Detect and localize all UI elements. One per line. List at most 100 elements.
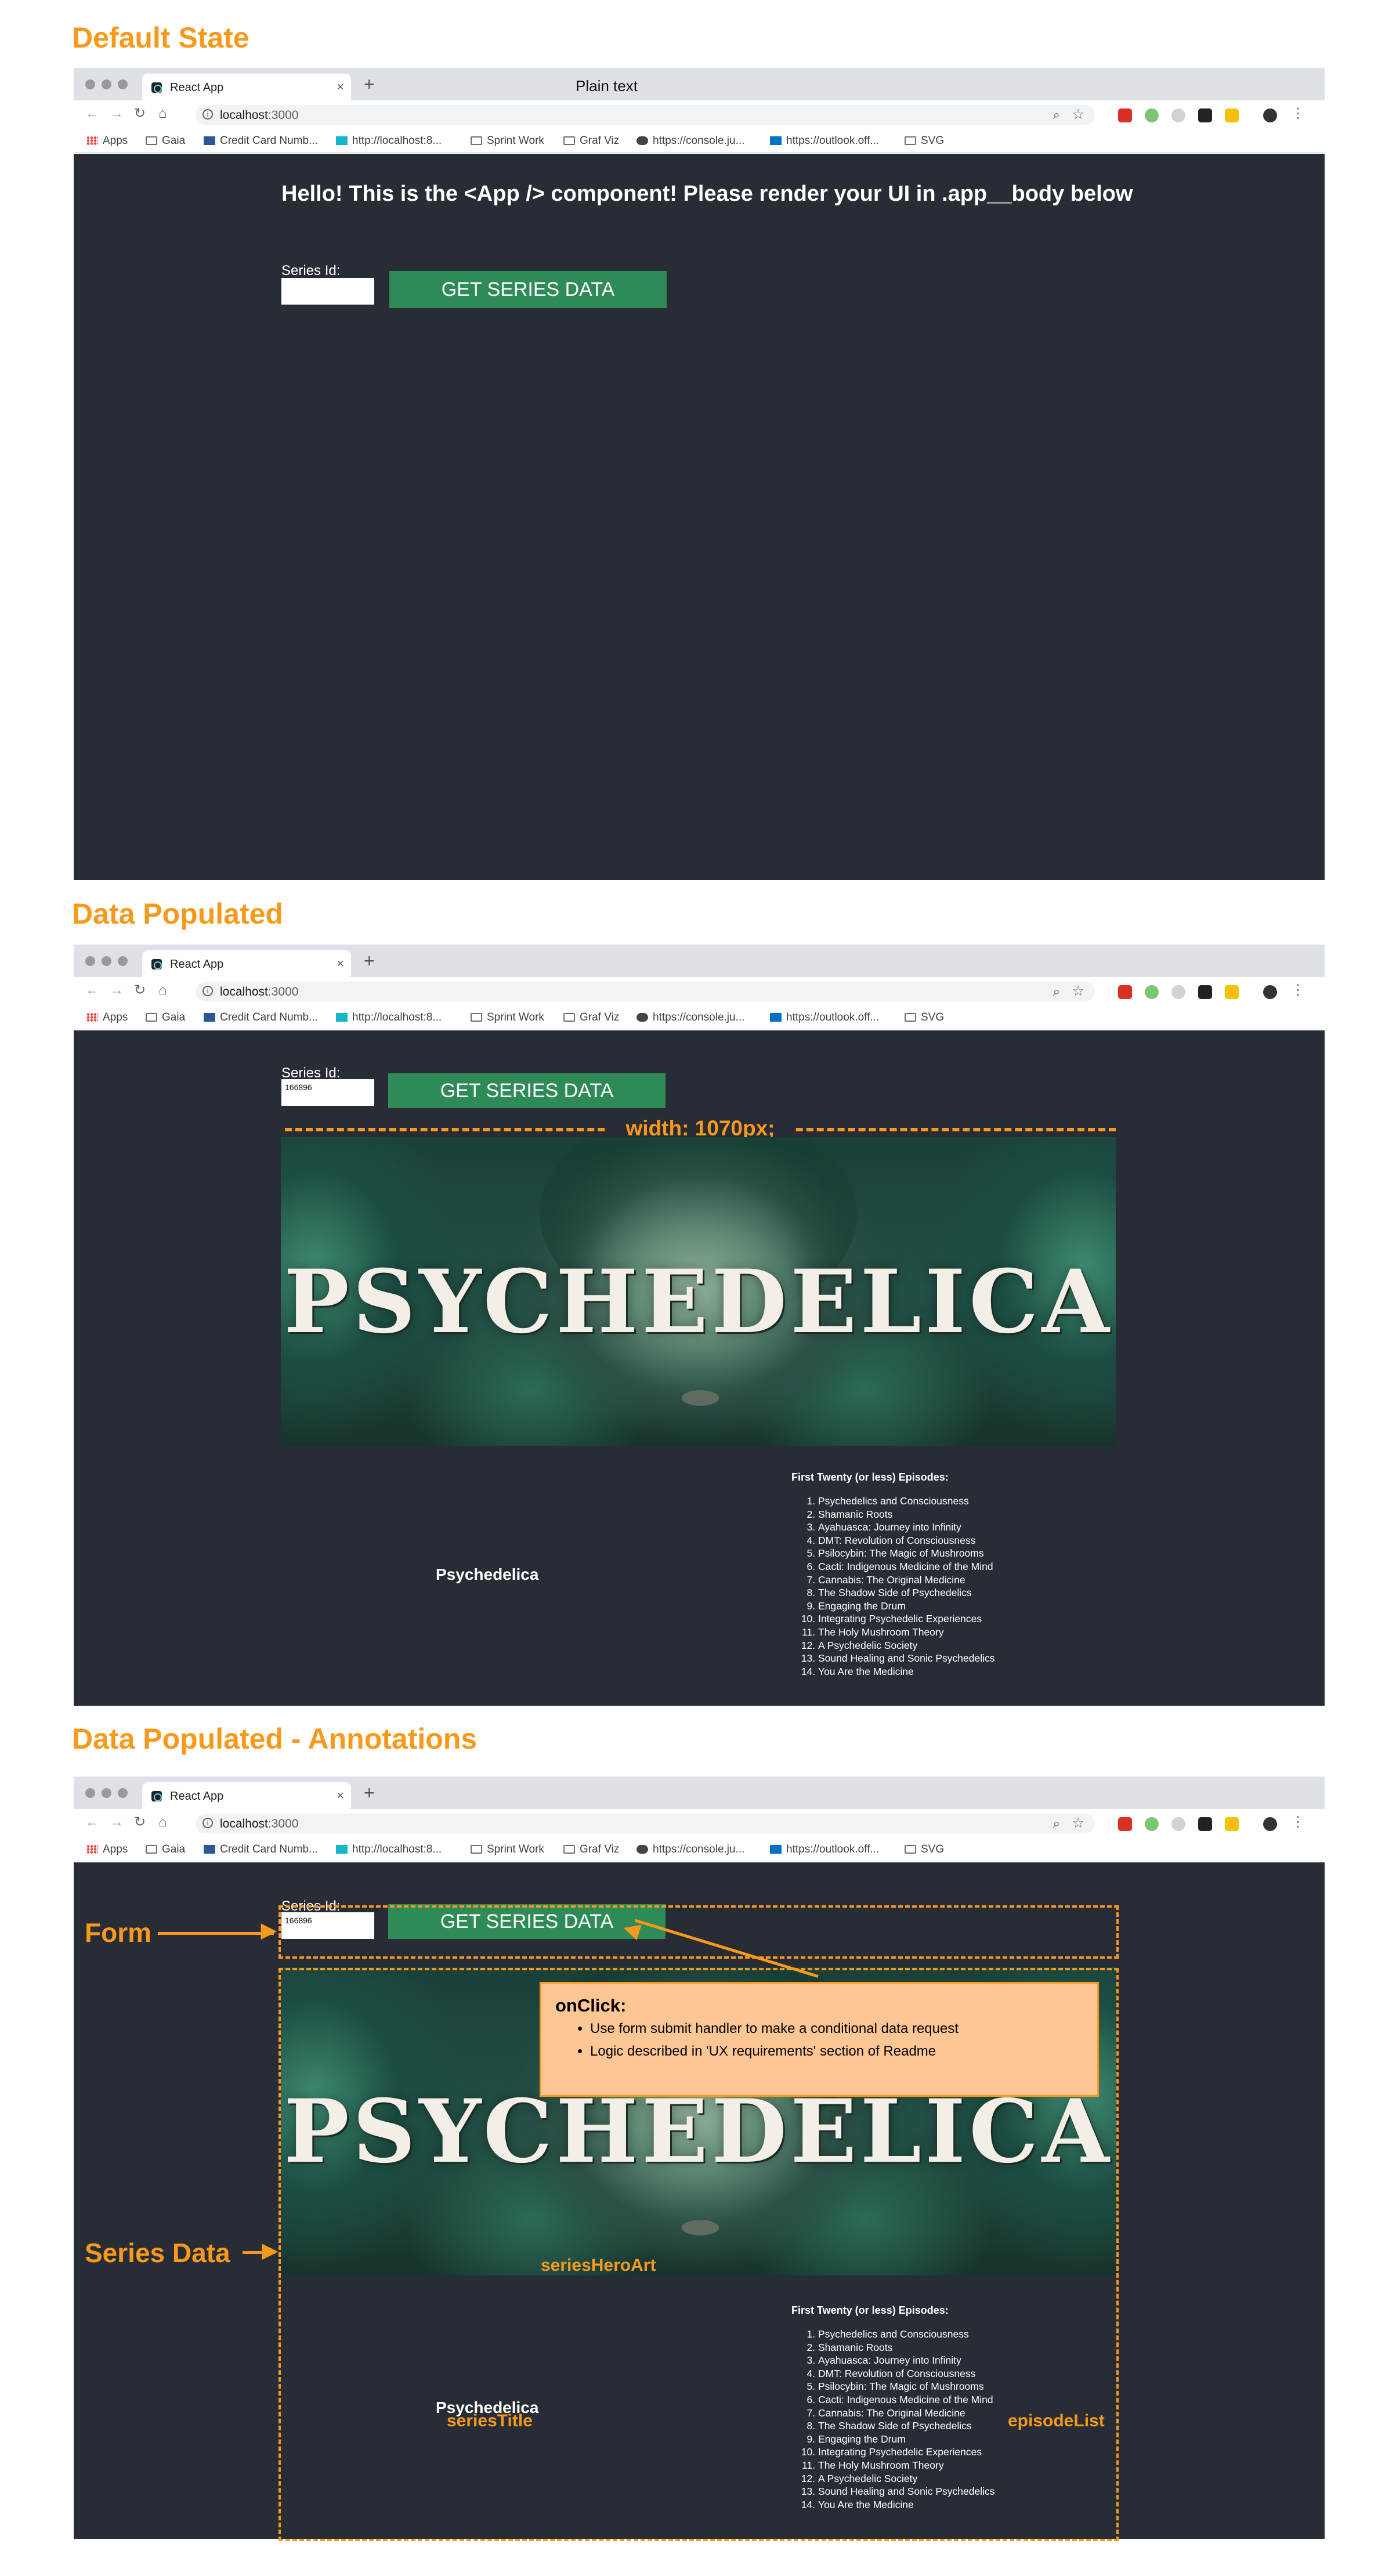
- tab-close-icon[interactable]: ×: [337, 1788, 344, 1803]
- close-window-dot[interactable]: [85, 79, 95, 89]
- maximize-window-dot[interactable]: [118, 79, 128, 89]
- bookmark-apps[interactable]: Apps: [86, 135, 128, 147]
- bookmark-credit-card[interactable]: Credit Card Numb...: [204, 1011, 318, 1024]
- bookmark-sprint-work[interactable]: Sprint Work: [471, 135, 544, 147]
- menu-kebab-icon[interactable]: ⋮: [1291, 107, 1305, 121]
- menu-kebab-icon[interactable]: ⋮: [1291, 1815, 1305, 1829]
- bookmark-console[interactable]: https://console.ju...: [636, 1011, 744, 1024]
- minimize-window-dot[interactable]: [102, 1788, 111, 1798]
- get-series-data-button[interactable]: GET SERIES DATA: [389, 271, 667, 308]
- close-window-dot[interactable]: [85, 956, 95, 966]
- reload-icon[interactable]: ↻: [134, 107, 146, 121]
- bookmark-outlook[interactable]: https://outlook.off...: [770, 1011, 879, 1024]
- extension-icon-3[interactable]: [1171, 108, 1185, 122]
- bookmark-gaia[interactable]: Gaia: [146, 1843, 185, 1856]
- bookmark-apps[interactable]: Apps: [86, 1843, 128, 1856]
- address-bar[interactable]: i localhost:3000 ⌕ ☆: [196, 982, 1095, 1001]
- cloud-icon: [636, 136, 648, 145]
- bookmark-credit-card[interactable]: Credit Card Numb...: [204, 1843, 318, 1856]
- extension-icon-5[interactable]: [1225, 985, 1239, 999]
- extension-icon-4[interactable]: [1198, 985, 1212, 999]
- form-annotation-label: Form: [85, 1917, 151, 1948]
- extension-icon-1[interactable]: [1118, 985, 1132, 999]
- new-tab-button[interactable]: +: [364, 951, 375, 970]
- forward-arrow-icon[interactable]: →: [110, 983, 124, 997]
- bookmark-graf-viz[interactable]: Graf Viz: [563, 1011, 619, 1024]
- minimize-window-dot[interactable]: [102, 956, 111, 966]
- extension-icon-5[interactable]: [1225, 108, 1239, 122]
- bookmark-sprint-work[interactable]: Sprint Work: [471, 1843, 544, 1856]
- browser-tab[interactable]: React App ×: [142, 950, 351, 977]
- browser-tab[interactable]: React App ×: [142, 74, 351, 100]
- extension-icon-5[interactable]: [1225, 1817, 1239, 1831]
- bookmark-outlook[interactable]: https://outlook.off...: [770, 1843, 879, 1856]
- info-icon[interactable]: i: [202, 1818, 213, 1828]
- get-series-data-button[interactable]: GET SERIES DATA: [388, 1073, 666, 1108]
- zoom-icon[interactable]: ⌕: [1053, 984, 1060, 999]
- bookmark-localhost[interactable]: http://localhost:8...: [336, 135, 442, 147]
- extension-icon-1[interactable]: [1118, 108, 1132, 122]
- back-arrow-icon[interactable]: ←: [85, 1815, 99, 1829]
- close-window-dot[interactable]: [85, 1788, 95, 1798]
- series-id-input[interactable]: [281, 278, 374, 305]
- maximize-window-dot[interactable]: [118, 1788, 128, 1798]
- profile-avatar-icon[interactable]: [1263, 1817, 1277, 1831]
- home-icon[interactable]: ⌂: [158, 1815, 167, 1829]
- zoom-icon[interactable]: ⌕: [1053, 1816, 1060, 1831]
- bookmark-gaia[interactable]: Gaia: [146, 1011, 185, 1024]
- bookmark-localhost[interactable]: http://localhost:8...: [336, 1011, 442, 1024]
- forward-arrow-icon[interactable]: →: [110, 107, 124, 121]
- bookmark-apps[interactable]: Apps: [86, 1011, 128, 1024]
- menu-kebab-icon[interactable]: ⋮: [1291, 983, 1305, 997]
- bookmark-star-icon[interactable]: ☆: [1072, 983, 1084, 1000]
- zoom-icon[interactable]: ⌕: [1053, 107, 1060, 122]
- extension-icon-4[interactable]: [1198, 1817, 1212, 1831]
- forward-arrow-icon[interactable]: →: [110, 1815, 124, 1829]
- tab-close-icon[interactable]: ×: [337, 79, 344, 95]
- address-bar[interactable]: i localhost:3000 ⌕ ☆: [196, 105, 1095, 125]
- card-icon: [204, 136, 215, 145]
- info-icon[interactable]: i: [202, 109, 213, 120]
- new-tab-button[interactable]: +: [364, 1783, 375, 1802]
- bookmark-outlook[interactable]: https://outlook.off...: [770, 135, 879, 147]
- extension-icon-3[interactable]: [1171, 1817, 1185, 1831]
- bookmark-localhost[interactable]: http://localhost:8...: [336, 1843, 442, 1856]
- bookmark-star-icon[interactable]: ☆: [1072, 1815, 1084, 1832]
- extension-icon-3[interactable]: [1171, 985, 1185, 999]
- extension-icon-2[interactable]: [1145, 1817, 1159, 1831]
- bookmark-svg[interactable]: SVG: [905, 1011, 944, 1024]
- reload-icon[interactable]: ↻: [134, 1815, 146, 1829]
- back-arrow-icon[interactable]: ←: [85, 107, 99, 121]
- bookmark-gaia[interactable]: Gaia: [146, 135, 185, 147]
- extension-icon-2[interactable]: [1145, 985, 1159, 999]
- bookmark-sprint-work[interactable]: Sprint Work: [471, 1011, 544, 1024]
- back-arrow-icon[interactable]: ←: [85, 983, 99, 997]
- info-icon[interactable]: i: [202, 986, 213, 996]
- new-tab-button[interactable]: +: [364, 75, 375, 93]
- bookmark-console[interactable]: https://console.ju...: [636, 135, 744, 147]
- extension-icon-2[interactable]: [1145, 108, 1159, 122]
- profile-avatar-icon[interactable]: [1263, 108, 1277, 122]
- bookmark-credit-card[interactable]: Credit Card Numb...: [204, 135, 318, 147]
- url-text: localhost:3000: [220, 985, 299, 998]
- bookmark-graf-viz[interactable]: Graf Viz: [563, 1843, 619, 1856]
- form-annotation-box: [279, 1905, 1119, 1959]
- series-id-input[interactable]: 166896: [281, 1079, 374, 1106]
- bookmark-graf-viz[interactable]: Graf Viz: [563, 135, 619, 147]
- home-icon[interactable]: ⌂: [158, 983, 167, 997]
- minimize-window-dot[interactable]: [102, 79, 111, 89]
- address-bar[interactable]: i localhost:3000 ⌕ ☆: [196, 1814, 1095, 1833]
- profile-avatar-icon[interactable]: [1263, 985, 1277, 999]
- bookmark-star-icon[interactable]: ☆: [1072, 106, 1084, 123]
- maximize-window-dot[interactable]: [118, 956, 128, 966]
- bookmark-svg[interactable]: SVG: [905, 1843, 944, 1856]
- browser-tab[interactable]: React App ×: [142, 1782, 351, 1809]
- episode-item: The Shadow Side of Psychedelics: [818, 1586, 995, 1600]
- extension-icon-4[interactable]: [1198, 108, 1212, 122]
- extension-icon-1[interactable]: [1118, 1817, 1132, 1831]
- bookmark-svg[interactable]: SVG: [905, 135, 944, 147]
- home-icon[interactable]: ⌂: [158, 107, 167, 121]
- tab-close-icon[interactable]: ×: [337, 956, 344, 971]
- reload-icon[interactable]: ↻: [134, 983, 146, 997]
- bookmark-console[interactable]: https://console.ju...: [636, 1843, 744, 1856]
